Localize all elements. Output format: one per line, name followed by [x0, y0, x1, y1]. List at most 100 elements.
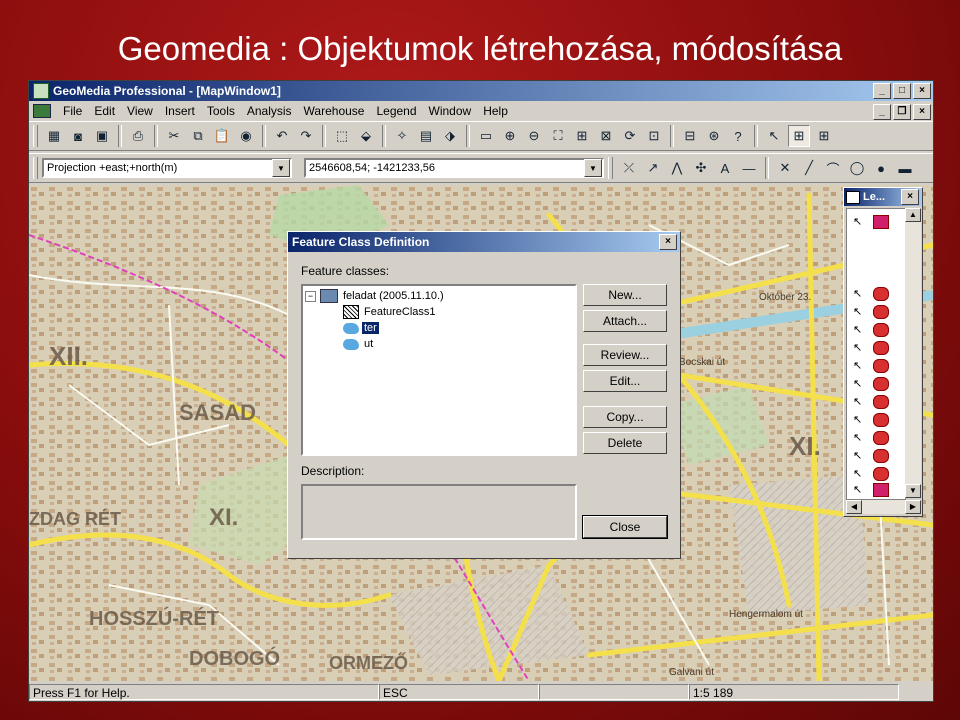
tree-node-featureclass1[interactable]: FeatureClass1 [343, 304, 438, 320]
continue-geometry-icon[interactable]: ↗ [643, 158, 663, 178]
menu-insert[interactable]: Insert [159, 104, 201, 118]
circle-icon[interactable]: ◯ [847, 158, 867, 178]
snap-icon[interactable]: ✣ [691, 158, 711, 178]
select-arrow-icon[interactable]: ↖ [764, 126, 784, 146]
dialog-close-icon[interactable]: × [659, 234, 677, 250]
legend-symbol-icon[interactable] [873, 377, 889, 391]
insert-feature-icon[interactable]: ⤫ [619, 158, 639, 178]
menu-legend[interactable]: Legend [370, 104, 422, 118]
draw-line-icon[interactable]: ╱ [799, 158, 819, 178]
legend-symbol-icon[interactable] [873, 359, 889, 373]
legend-symbol-icon[interactable] [873, 341, 889, 355]
menu-analysis[interactable]: Analysis [241, 104, 298, 118]
refresh-icon[interactable]: ⟳ [620, 126, 640, 146]
cut-icon[interactable]: ✂ [164, 126, 184, 146]
new-button[interactable]: New... [583, 284, 667, 306]
legend-close-icon[interactable]: × [901, 189, 919, 205]
legend-symbol-icon[interactable] [873, 395, 889, 409]
copy-icon[interactable]: ⧉ [188, 126, 208, 146]
paste-icon[interactable]: 📋 [212, 126, 232, 146]
zoom-out-icon[interactable]: ⊖ [524, 126, 544, 146]
coordinate-field[interactable]: 2546608,54; -1421233,56 ▼ [304, 158, 604, 178]
warehouse-icon[interactable]: ◙ [68, 126, 88, 146]
legend-symbol-icon[interactable] [873, 431, 889, 445]
mdi-close-button[interactable]: × [913, 104, 931, 120]
attach-button[interactable]: Attach... [583, 310, 667, 332]
screenshot-icon[interactable]: ◉ [236, 126, 256, 146]
draw-arc-icon[interactable]: ⌒ [823, 158, 843, 178]
menu-tools[interactable]: Tools [201, 104, 241, 118]
insert-text-icon[interactable]: A [715, 158, 735, 178]
map-window-icon[interactable]: ▭ [476, 126, 496, 146]
tree-node-ter[interactable]: ter [343, 320, 379, 336]
collapse-icon[interactable]: − [305, 290, 316, 302]
feature-classes-tree[interactable]: − feladat (2005.11.10.) FeatureClass1 te… [301, 284, 577, 456]
split-icon[interactable]: ✕ [775, 158, 795, 178]
select-mode-icon[interactable]: ⊞ [788, 125, 810, 147]
previous-view-icon[interactable]: ⊠ [596, 126, 616, 146]
legend-symbol-icon[interactable] [873, 449, 889, 463]
chevron-down-icon[interactable]: ▼ [272, 159, 290, 177]
close-button[interactable]: Close [582, 515, 668, 539]
style-icon[interactable]: ⬗ [440, 126, 460, 146]
vertex-edit-icon[interactable]: ⋀ [667, 158, 687, 178]
scroll-down-icon[interactable]: ▼ [905, 484, 921, 498]
legend-symbol-icon[interactable] [873, 215, 889, 229]
tree-root-node[interactable]: − feladat (2005.11.10.) [305, 288, 446, 304]
buffer-icon[interactable]: ⊛ [704, 126, 724, 146]
more-tools-icon[interactable]: ▬ [895, 158, 915, 178]
close-button[interactable]: × [913, 83, 931, 99]
projection-combo[interactable]: Projection +east;+north(m) ▼ [42, 158, 292, 178]
print-icon[interactable]: ⎙ [128, 126, 148, 146]
legend-symbol-icon[interactable] [873, 467, 889, 481]
description-field[interactable] [301, 484, 577, 540]
scroll-right-icon[interactable]: ▶ [905, 500, 921, 514]
maximize-button[interactable]: □ [893, 83, 911, 99]
highlight-icon[interactable]: ✧ [392, 126, 412, 146]
legend-symbol-icon[interactable] [873, 323, 889, 337]
select-layer-icon[interactable]: ⬙ [356, 126, 376, 146]
spatial-query-icon[interactable]: ⊡ [644, 126, 664, 146]
delete-button[interactable]: Delete [583, 432, 667, 454]
menu-window[interactable]: Window [423, 104, 478, 118]
menu-help[interactable]: Help [477, 104, 514, 118]
point-icon[interactable]: ● [871, 158, 891, 178]
map-label-sasad: SASAD [179, 400, 256, 425]
connection-icon[interactable]: ▣ [92, 126, 112, 146]
menu-view[interactable]: View [121, 104, 159, 118]
fit-all-icon[interactable]: ⛶ [548, 126, 568, 146]
redo-icon[interactable]: ↷ [296, 126, 316, 146]
mdi-restore-button[interactable]: ❐ [893, 104, 911, 120]
pan-icon[interactable]: ⊞ [572, 126, 592, 146]
minimize-button[interactable]: _ [873, 83, 891, 99]
copy-button[interactable]: Copy... [583, 406, 667, 428]
undo-icon[interactable]: ↶ [272, 126, 292, 146]
map-window-icon[interactable] [33, 104, 51, 118]
legend-horizontal-scrollbar[interactable]: ◀ ▶ [846, 500, 921, 514]
feature-select-icon[interactable]: ⊞ [814, 126, 834, 146]
chevron-down-icon[interactable]: ▼ [584, 159, 602, 177]
line-icon[interactable]: — [739, 158, 759, 178]
legend-symbol-icon[interactable] [873, 287, 889, 301]
review-button[interactable]: Review... [583, 344, 667, 366]
menu-edit[interactable]: Edit [88, 104, 121, 118]
menu-warehouse[interactable]: Warehouse [298, 104, 371, 118]
mdi-minimize-button[interactable]: _ [873, 104, 891, 120]
open-icon[interactable]: ▦ [44, 126, 64, 146]
analysis-icon[interactable]: ⊟ [680, 126, 700, 146]
legend-symbol-icon[interactable] [873, 413, 889, 427]
edit-button[interactable]: Edit... [583, 370, 667, 392]
whats-this-icon[interactable]: ? [728, 126, 748, 146]
menu-file[interactable]: File [57, 104, 88, 118]
properties-icon[interactable]: ▤ [416, 126, 436, 146]
map-window[interactable]: SASAD XII. XI. HOSSZÚ-RÉT DOBOGÓ ORMEZŐ … [29, 185, 933, 681]
layer-icon[interactable]: ⬚ [332, 126, 352, 146]
legend-vertical-scrollbar[interactable]: ▲ ▼ [905, 208, 921, 498]
zoom-in-icon[interactable]: ⊕ [500, 126, 520, 146]
scroll-left-icon[interactable]: ◀ [846, 500, 862, 514]
tree-node-ut[interactable]: ut [343, 336, 375, 352]
legend-list[interactable]: ↖ ↖ ↖ ↖ ↖ ↖ ↖ ↖ ↖ ↖ ↖ ↖ ↖ [846, 208, 906, 500]
scroll-up-icon[interactable]: ▲ [905, 208, 921, 222]
legend-symbol-icon[interactable] [873, 305, 889, 319]
legend-symbol-icon[interactable] [873, 483, 889, 497]
